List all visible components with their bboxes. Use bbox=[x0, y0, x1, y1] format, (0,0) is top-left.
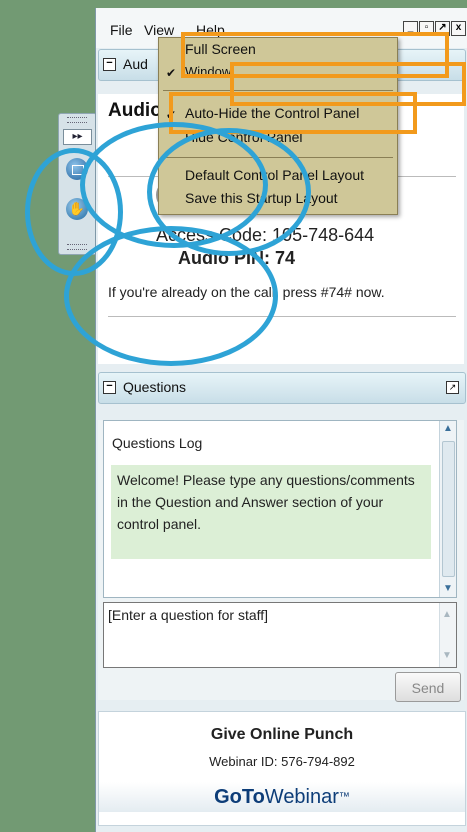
grip-bottom[interactable] bbox=[67, 244, 87, 250]
audio-title: Audio bbox=[108, 100, 162, 121]
audio-note: If you're already on the call, press #74… bbox=[108, 284, 385, 300]
webinar-id: Webinar ID: 576-794-892 bbox=[209, 754, 355, 769]
questions-section: Questions Log Welcome! Please type any q… bbox=[98, 420, 464, 702]
grip-top[interactable] bbox=[67, 117, 87, 123]
questions-section-header[interactable]: − Questions ↗ bbox=[98, 372, 466, 404]
collapse-audio-icon[interactable]: − bbox=[103, 58, 116, 71]
question-input-placeholder: [Enter a question for staff] bbox=[108, 607, 269, 623]
input-scroll-down-icon[interactable]: ▼ bbox=[442, 650, 452, 661]
auto-hide-check-icon: ✔ bbox=[166, 108, 177, 122]
question-input[interactable]: [Enter a question for staff] ▲ ▼ bbox=[103, 602, 457, 668]
audio-pin: Audio PIN: 74 bbox=[178, 248, 296, 268]
menu-full-screen[interactable]: Full Screen bbox=[185, 41, 256, 57]
close-button[interactable]: x bbox=[451, 21, 466, 36]
restore-button[interactable]: ▫ bbox=[419, 21, 434, 36]
raise-hand-icon[interactable]: ✋ bbox=[66, 198, 88, 220]
floating-toolbar: ▸▸ ✋ bbox=[58, 113, 97, 255]
send-button[interactable]: Send bbox=[395, 672, 461, 702]
brand-bold: GoTo bbox=[214, 786, 265, 808]
questions-header-title: Questions bbox=[123, 379, 187, 395]
screen-icon[interactable] bbox=[66, 158, 88, 180]
menu-file[interactable]: File bbox=[110, 22, 133, 38]
scroll-thumb[interactable] bbox=[442, 441, 455, 577]
collapse-questions-icon[interactable]: − bbox=[103, 381, 116, 394]
popout-button[interactable]: ↗ bbox=[435, 21, 450, 36]
menu-view[interactable]: View bbox=[144, 22, 174, 38]
brand-tm: ™ bbox=[338, 791, 350, 803]
window-check-icon: ✔ bbox=[166, 66, 177, 80]
minimize-button[interactable]: _ bbox=[403, 21, 418, 36]
menu-hide-panel[interactable]: Hide Control Panel bbox=[185, 129, 303, 145]
menu-save-layout[interactable]: Save this Startup Layout bbox=[185, 190, 338, 206]
expand-panel-button[interactable]: ▸▸ bbox=[63, 129, 92, 145]
menu-separator bbox=[163, 157, 393, 158]
scroll-down-icon[interactable]: ▼ bbox=[442, 583, 454, 595]
gotowebinar-logo: GoToWebinar™ bbox=[99, 782, 465, 812]
menu-help[interactable]: Help bbox=[196, 22, 225, 38]
input-scrollbar[interactable]: ▲ ▼ bbox=[439, 603, 456, 667]
menu-auto-hide[interactable]: Auto-Hide the Control Panel bbox=[185, 105, 359, 121]
webinar-name: Give Online Punch bbox=[210, 726, 354, 743]
log-scrollbar[interactable]: ▲ ▼ bbox=[439, 421, 456, 597]
audio-header-title: Aud bbox=[123, 56, 148, 72]
audio-divider-bottom bbox=[108, 316, 456, 317]
input-scroll-up-icon[interactable]: ▲ bbox=[442, 609, 452, 620]
scroll-up-icon[interactable]: ▲ bbox=[442, 423, 454, 435]
welcome-message: Welcome! Please type any questions/comme… bbox=[111, 465, 431, 559]
access-code: Access Code: 105-748-644 bbox=[156, 225, 375, 245]
menu-window[interactable]: Window bbox=[185, 64, 231, 79]
footer: Give Online Punch Webinar ID: 576-794-89… bbox=[98, 711, 466, 826]
popout-questions-icon[interactable]: ↗ bbox=[446, 381, 459, 394]
questions-log: Questions Log Welcome! Please type any q… bbox=[103, 420, 457, 598]
brand-light: Webinar bbox=[264, 786, 339, 808]
view-menu-dropdown: Full Screen ✔ Window ✔ Auto-Hide the Con… bbox=[158, 37, 398, 215]
menu-default-layout[interactable]: Default Control Panel Layout bbox=[185, 167, 364, 183]
menu-separator bbox=[163, 90, 393, 91]
questions-log-title: Questions Log bbox=[112, 435, 203, 451]
